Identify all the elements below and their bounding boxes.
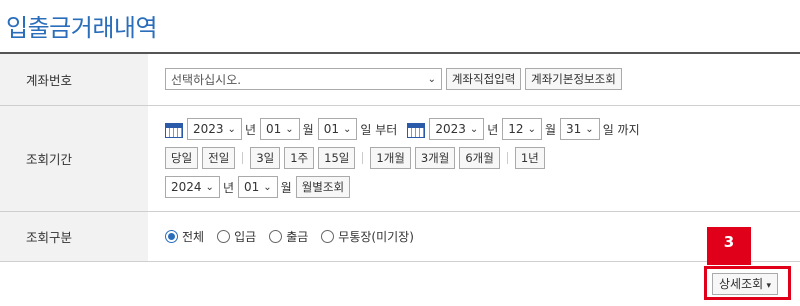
month-unit-label: 월: [544, 122, 557, 137]
period-row: 조회기간 2023 ⌄ 년 01 ⌄ 월 01 ⌄ 일 부터 2023 ⌄ 년 12 ⌄ …: [0, 105, 800, 212]
period-1w-button[interactable]: 1주: [284, 147, 315, 169]
radio-all[interactable]: 전체: [165, 228, 204, 245]
end-calendar-icon[interactable]: [407, 121, 426, 138]
period-3m-button[interactable]: 3개월: [414, 147, 456, 169]
type-cell: 전체 입금 출금 무통장(미기장): [148, 211, 800, 262]
period-1y-button[interactable]: 1년: [514, 147, 545, 169]
detail-search-label: 상세조회: [719, 277, 764, 291]
end-year-value: 2023: [435, 122, 466, 136]
start-month-value: 01: [265, 122, 282, 136]
radio-passbookless-label: 무통장(미기장): [338, 229, 414, 244]
divider: [242, 152, 244, 164]
period-6m-button[interactable]: 6개월: [459, 147, 500, 169]
radio-selected-icon: [165, 229, 178, 243]
chevron-down-icon: ⌄: [585, 123, 594, 135]
account-row: 계좌번호 선택하십시오. ⌄ 계좌직접입력 계좌기본정보조회: [0, 53, 800, 106]
account-select[interactable]: 선택하십시오. ⌄: [165, 68, 442, 91]
start-year-select[interactable]: 2023 ⌄: [187, 118, 242, 140]
chevron-down-icon: ⌄: [205, 181, 214, 193]
start-day-value: 01: [323, 122, 339, 136]
type-radio-group: 전체 입금 출금 무통장(미기장): [165, 228, 800, 245]
radio-all-label: 전체: [182, 229, 205, 244]
type-row: 조회구분 전체 입금 출금 무통장(미기장): [0, 211, 800, 262]
monthly-year-value: 2024: [171, 180, 202, 194]
start-day-select[interactable]: 01 ⌄: [317, 118, 358, 140]
period-label: 조회기간: [0, 105, 148, 212]
month-unit-label: 월: [280, 180, 292, 195]
account-label: 계좌번호: [0, 53, 148, 106]
period-1m-button[interactable]: 1개월: [370, 147, 411, 169]
monthly-line: 2024 ⌄ 년 01 ⌄ 월 월별조회: [165, 176, 800, 198]
monthly-month-value: 01: [243, 180, 260, 194]
chevron-down-icon: ▾: [766, 280, 772, 290]
day-from-label: 일 부터: [360, 122, 398, 137]
period-today-button[interactable]: 당일: [165, 147, 199, 169]
type-label: 조회구분: [0, 211, 148, 262]
month-unit-label: 월: [302, 122, 314, 137]
start-month-select[interactable]: 01 ⌄: [259, 118, 300, 140]
monthly-year-select[interactable]: 2024 ⌄: [165, 176, 220, 198]
end-day-select[interactable]: 31 ⌄: [560, 118, 600, 140]
chevron-down-icon: ⌄: [227, 123, 236, 135]
date-range-line: 2023 ⌄ 년 01 ⌄ 월 01 ⌄ 일 부터 2023 ⌄ 년 12 ⌄ 월 31 ⌄…: [165, 118, 800, 140]
period-prev-day-button[interactable]: 전일: [202, 147, 236, 169]
monthly-query-button[interactable]: 월별조회: [295, 176, 351, 198]
end-month-select[interactable]: 12 ⌄: [502, 118, 542, 140]
chevron-down-icon: ⌄: [427, 73, 436, 85]
radio-deposit[interactable]: 입금: [217, 228, 256, 245]
end-year-select[interactable]: 2023 ⌄: [429, 118, 485, 140]
period-3d-button[interactable]: 3일: [250, 147, 281, 169]
direct-input-button[interactable]: 계좌직접입력: [445, 68, 522, 91]
page-title: 입출금거래내역: [6, 14, 158, 42]
radio-withdrawal-label: 출금: [286, 229, 309, 244]
year-unit-label: 년: [222, 180, 234, 195]
year-unit-label: 년: [244, 122, 256, 137]
start-calendar-icon[interactable]: [165, 121, 183, 138]
period-cell: 2023 ⌄ 년 01 ⌄ 월 01 ⌄ 일 부터 2023 ⌄ 년 12 ⌄ 월 31 ⌄…: [148, 105, 800, 212]
radio-deposit-label: 입금: [234, 229, 257, 244]
radio-empty-icon: [321, 229, 335, 243]
search-form-table: 계좌번호 선택하십시오. ⌄ 계좌직접입력 계좌기본정보조회 조회기간 2023…: [0, 52, 800, 262]
start-year-value: 2023: [193, 122, 224, 136]
chevron-down-icon: ⌄: [527, 123, 536, 135]
detail-search-button[interactable]: 상세조회 ▾: [712, 273, 779, 295]
divider: [362, 152, 364, 164]
radio-empty-icon: [217, 229, 231, 243]
basic-info-button[interactable]: 계좌기본정보조회: [525, 68, 622, 91]
period-15d-button[interactable]: 15일: [318, 147, 356, 169]
step-badge: 3: [707, 227, 751, 265]
chevron-down-icon: ⌄: [469, 123, 479, 135]
day-to-label: 일 까지: [602, 122, 640, 137]
chevron-down-icon: ⌄: [285, 123, 294, 135]
radio-empty-icon: [269, 229, 283, 243]
quick-period-line: 당일 전일 3일 1주 15일 1개월 3개월 6개월 1년: [165, 147, 800, 169]
chevron-down-icon: ⌄: [342, 123, 352, 135]
radio-passbookless[interactable]: 무통장(미기장): [321, 228, 414, 245]
divider: [506, 152, 508, 164]
year-unit-label: 년: [487, 122, 499, 137]
account-cell: 선택하십시오. ⌄ 계좌직접입력 계좌기본정보조회: [148, 53, 800, 106]
end-day-value: 31: [566, 122, 582, 136]
chevron-down-icon: ⌄: [263, 181, 272, 193]
end-month-value: 12: [508, 122, 524, 136]
radio-withdrawal[interactable]: 출금: [269, 228, 308, 245]
monthly-month-select[interactable]: 01 ⌄: [237, 176, 278, 198]
account-select-value: 선택하십시오.: [171, 72, 242, 87]
